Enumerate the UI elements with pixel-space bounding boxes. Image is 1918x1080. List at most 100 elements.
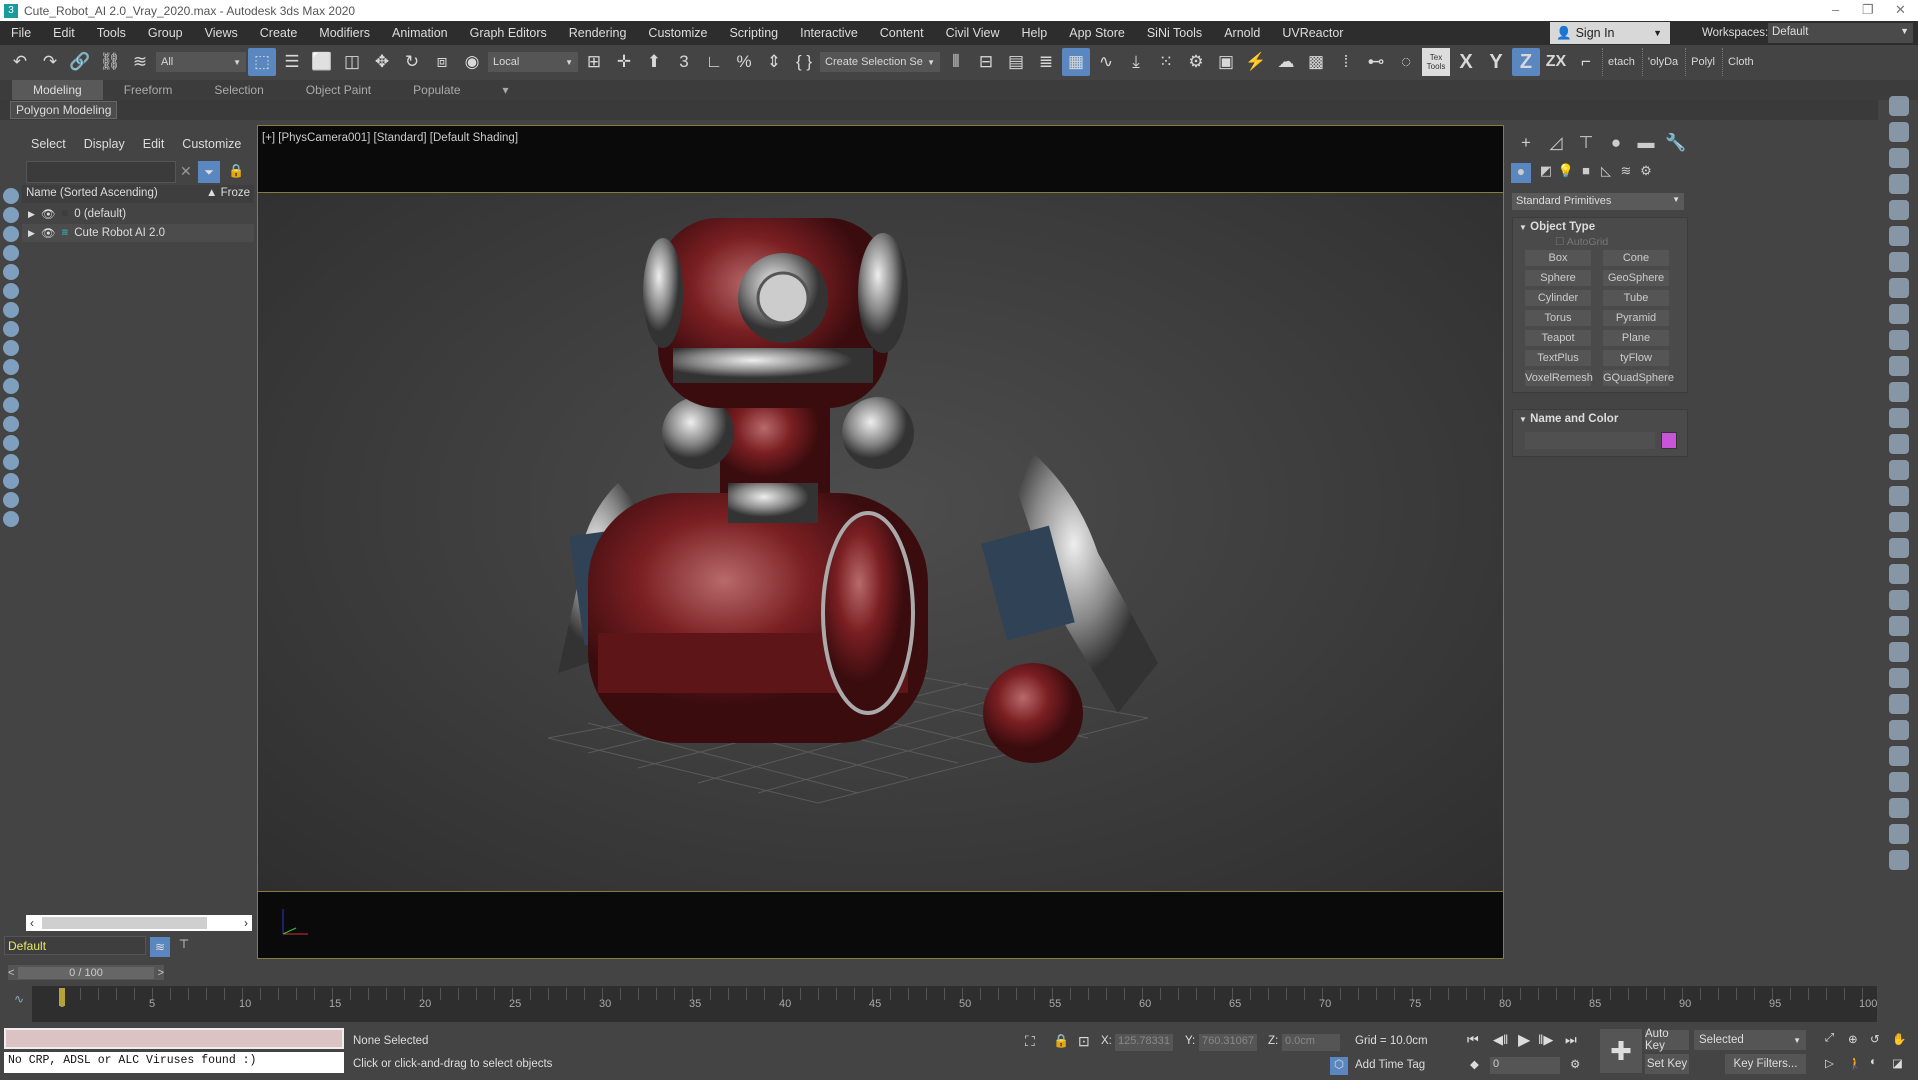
named-selection-select[interactable]: Create Selection Se ▼ <box>820 52 940 72</box>
fov-icon[interactable]: ▷ <box>1825 1056 1834 1070</box>
menu-content[interactable]: Content <box>869 26 935 40</box>
menu-tools[interactable]: Tools <box>86 26 137 40</box>
shelf-tool-icon[interactable] <box>1889 96 1909 116</box>
display-filter-icon[interactable] <box>3 511 19 527</box>
explorer-row[interactable]: ▶ 👁 ≡ 0 (default) <box>22 205 254 223</box>
link-icon[interactable]: 🔗 <box>66 48 94 76</box>
ribbon-toggle-icon[interactable]: ▦ <box>1062 48 1090 76</box>
menu-sini-tools[interactable]: SiNi Tools <box>1136 26 1213 40</box>
pivot-center-icon[interactable]: ⊞ <box>580 48 608 76</box>
selection-filter-select[interactable]: All ▼ <box>156 52 246 72</box>
shelf-tool-icon[interactable] <box>1889 122 1909 142</box>
prev-key-icon[interactable]: ◀‖ <box>1493 1032 1508 1048</box>
close-icon[interactable]: ✕ <box>1895 2 1906 18</box>
scroll-thumb[interactable] <box>42 917 207 929</box>
shelf-tool-icon[interactable] <box>1889 746 1909 766</box>
shelf-tool-icon[interactable] <box>1889 538 1909 558</box>
unlink-icon[interactable]: ⛓ <box>96 48 124 76</box>
dope-sheet-icon[interactable]: ⤓ <box>1122 48 1150 76</box>
object-type-header[interactable]: ▼ Object Type <box>1513 218 1687 236</box>
scroll-right-icon[interactable]: › <box>244 916 248 930</box>
name-column-header[interactable]: Name (Sorted Ascending) <box>26 187 158 201</box>
align-icon[interactable]: ⊟ <box>972 48 1000 76</box>
display-filter-icon[interactable] <box>3 245 19 261</box>
absolute-mode-icon[interactable]: ⊡ <box>1078 1033 1090 1050</box>
x-coord-field[interactable]: 125.78331 <box>1115 1034 1173 1051</box>
create-pyramid-button[interactable]: Pyramid <box>1603 310 1669 326</box>
current-frame-marker[interactable] <box>59 988 65 1006</box>
create-tab-icon[interactable]: + <box>1512 133 1540 159</box>
display-filter-icon[interactable] <box>3 321 19 337</box>
time-tag-icon[interactable]: ⬡ <box>1330 1057 1348 1075</box>
display-filter-icon[interactable] <box>3 302 19 318</box>
explorer-menu-select[interactable]: Select <box>22 137 75 151</box>
shelf-tool-icon[interactable] <box>1889 382 1909 402</box>
create-tyflow-button[interactable]: tyFlow <box>1603 350 1669 366</box>
prev-frame-icon[interactable]: < <box>8 967 14 979</box>
shelf-tool-icon[interactable] <box>1889 798 1909 818</box>
explorer-menu-edit[interactable]: Edit <box>134 137 174 151</box>
menu-file[interactable]: File <box>0 26 42 40</box>
go-to-start-icon[interactable]: ⏮ <box>1467 1032 1479 1048</box>
isolate-icon[interactable]: ⛶ <box>1025 1033 1035 1050</box>
maximize-viewport-icon[interactable]: ◪ <box>1892 1056 1903 1070</box>
polygon-modeling-panel[interactable]: Polygon Modeling <box>10 101 118 119</box>
menu-interactive[interactable]: Interactive <box>789 26 869 40</box>
menu-customize[interactable]: Customize <box>637 26 718 40</box>
create-geosphere-button[interactable]: GeoSphere <box>1603 270 1669 286</box>
create-tube-button[interactable]: Tube <box>1603 290 1669 306</box>
shelf-tool-icon[interactable] <box>1889 174 1909 194</box>
display-filter-icon[interactable] <box>3 264 19 280</box>
menu-arnold[interactable]: Arnold <box>1213 26 1271 40</box>
redo-icon[interactable]: ↷ <box>36 48 64 76</box>
polyline-button[interactable]: Polyl <box>1685 48 1720 76</box>
filter-icon[interactable]: ⏷ <box>198 161 220 183</box>
maxscript-listener-input[interactable] <box>4 1028 344 1049</box>
select-by-name-icon[interactable]: ☰ <box>278 48 306 76</box>
shelf-tool-icon[interactable] <box>1889 278 1909 298</box>
object-color-swatch[interactable] <box>1661 432 1677 449</box>
selection-lock-icon[interactable]: 🔒 <box>1053 1033 1069 1049</box>
shelf-tool-icon[interactable] <box>1889 772 1909 792</box>
tab-freeform[interactable]: Freeform <box>103 80 194 100</box>
time-slider[interactable]: <0 / 100 > <box>8 965 164 980</box>
display-filter-icon[interactable] <box>3 340 19 356</box>
menu-graph-editors[interactable]: Graph Editors <box>459 26 558 40</box>
restore-icon[interactable]: ❐ <box>1862 2 1874 18</box>
auto-key-button[interactable]: Auto Key <box>1645 1028 1689 1052</box>
hierarchy-tab-icon[interactable]: ⊤ <box>1572 133 1600 159</box>
create-box-button[interactable]: Box <box>1525 250 1591 266</box>
mini-curve-editor-icon[interactable]: ∿ <box>14 992 24 1006</box>
ruler-icon[interactable]: ⊷ <box>1362 48 1390 76</box>
shelf-tool-icon[interactable] <box>1889 642 1909 662</box>
shelf-tool-icon[interactable] <box>1889 200 1909 220</box>
shelf-tool-icon[interactable] <box>1889 330 1909 350</box>
zoom-icon[interactable]: ⤢ <box>1825 1032 1834 1045</box>
go-to-end-icon[interactable]: ⏭ <box>1565 1032 1577 1048</box>
sign-in-button[interactable]: 👤 Sign In ▼ <box>1550 22 1670 44</box>
axis-z-button[interactable]: Z <box>1512 48 1540 76</box>
place-icon[interactable]: ◉ <box>458 48 486 76</box>
render-setup-icon[interactable]: ⚙ <box>1182 48 1210 76</box>
track-bar[interactable]: 0510152025303540455055606570758085909510… <box>32 986 1877 1022</box>
polydata-button[interactable]: 'olyDa <box>1641 48 1683 76</box>
tab-selection[interactable]: Selection <box>193 80 284 100</box>
axis-y-button[interactable]: Y <box>1482 48 1510 76</box>
expand-icon[interactable]: ▶ <box>28 228 35 239</box>
menu-help[interactable]: Help <box>1011 26 1059 40</box>
orbit-subobject-icon[interactable]: ◐ <box>1870 1056 1877 1068</box>
create-torus-button[interactable]: Torus <box>1525 310 1591 326</box>
edit-named-selection-icon[interactable]: { } <box>790 48 818 76</box>
play-icon[interactable]: ▶ <box>1518 1030 1530 1050</box>
display-filter-icon[interactable] <box>3 207 19 223</box>
workspace-select[interactable]: Default ▼ <box>1768 23 1913 43</box>
create-plane-button[interactable]: Plane <box>1603 330 1669 346</box>
autogrid-checkbox[interactable]: ☐ AutoGrid <box>1513 236 1687 248</box>
display-filter-icon[interactable] <box>3 473 19 489</box>
render-material-icon[interactable]: ▩ <box>1302 48 1330 76</box>
clear-search-icon[interactable]: ✕ <box>180 163 192 180</box>
explorer-search-input[interactable] <box>26 161 176 183</box>
explorer-row[interactable]: ▶ 👁 ≡ Cute Robot AI 2.0 <box>22 224 254 242</box>
shelf-tool-icon[interactable] <box>1889 408 1909 428</box>
object-name-input[interactable] <box>1525 432 1655 449</box>
